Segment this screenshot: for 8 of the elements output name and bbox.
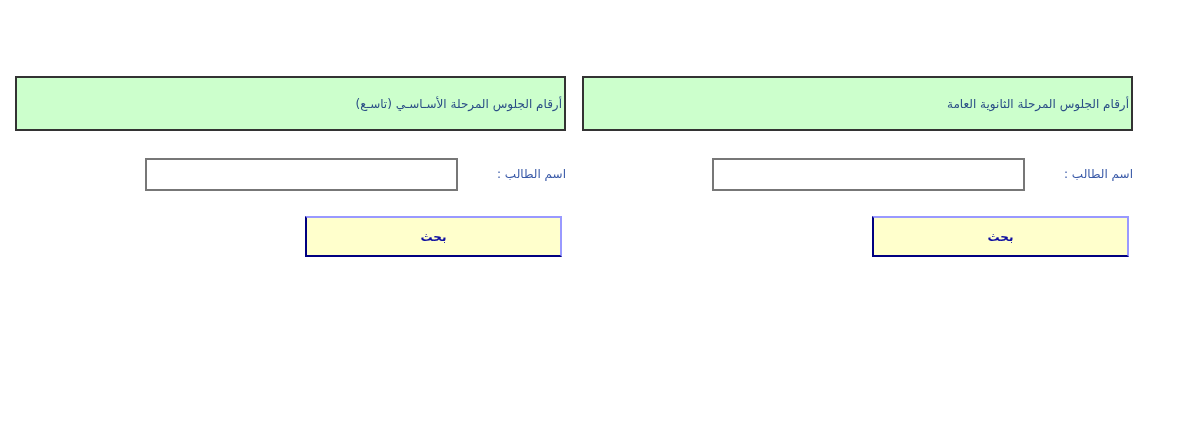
section-header: أرقام الجلوس المرحلة الثانوية العامة [582, 76, 1133, 131]
input-field[interactable] [145, 157, 458, 191]
section-header: أرقام الجلوس المرحلة الأسـاسـي (تاسـع) [15, 76, 566, 131]
field-label: اسم الطالب : [1063, 166, 1133, 183]
input-field[interactable] [712, 157, 1025, 191]
field-label: اسم الطالب : [496, 166, 566, 183]
search-button[interactable]: بحث [305, 216, 562, 257]
search-button[interactable]: بحث [872, 216, 1129, 257]
